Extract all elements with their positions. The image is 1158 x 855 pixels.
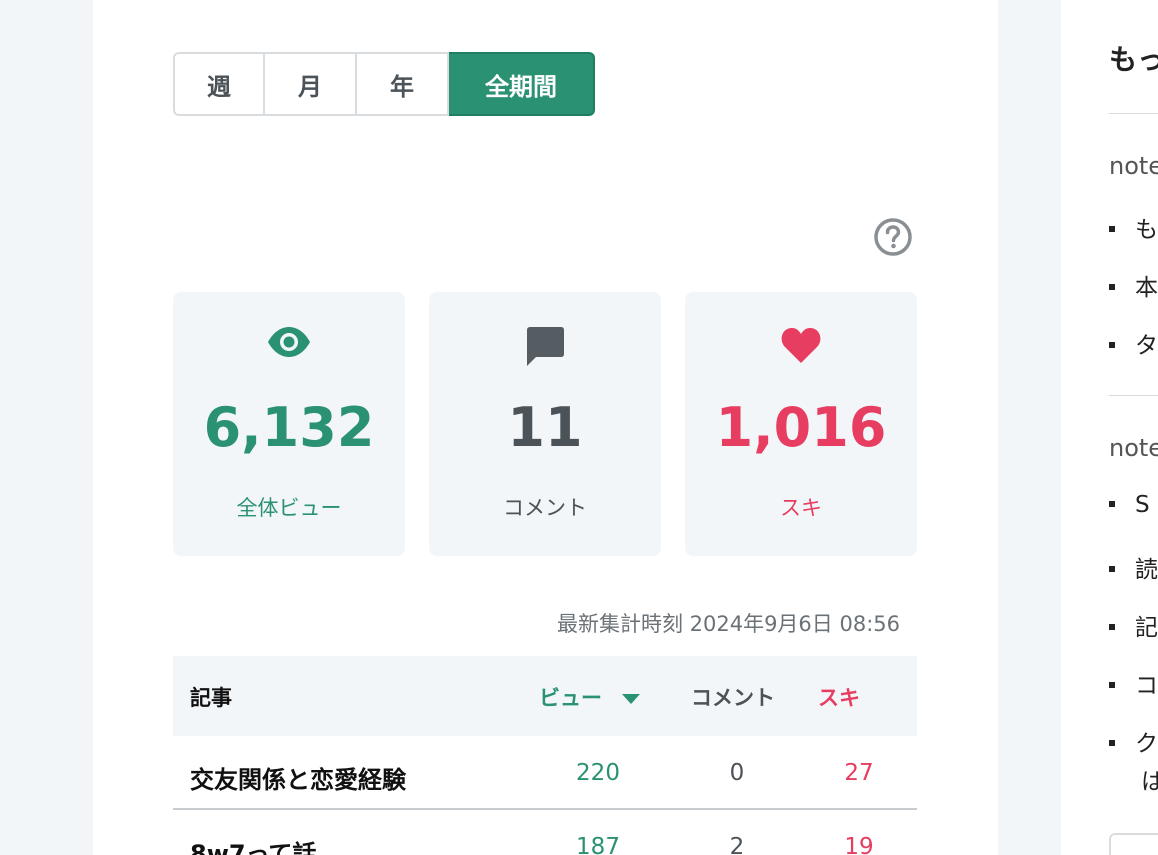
header-views-label: ビュー xyxy=(539,686,602,710)
side-list-item[interactable]: 読 xyxy=(1109,550,1158,584)
table-row[interactable]: 8w7って話 187 2 19 xyxy=(173,812,917,855)
views-count: 6,132 xyxy=(203,396,375,459)
table-row[interactable]: 交友関係と恋愛経験 220 0 27 xyxy=(173,736,917,810)
side-list-item[interactable]: も xyxy=(1109,210,1158,244)
help-icon[interactable] xyxy=(873,217,913,257)
side-list-item[interactable]: ク xyxy=(1109,724,1158,758)
row-title[interactable]: 交友関係と恋愛経験 xyxy=(190,760,406,795)
side-section-title: note xyxy=(1109,152,1158,180)
side-button[interactable] xyxy=(1109,833,1158,855)
table-header: 記事 ビュー コメント スキ xyxy=(173,656,917,736)
header-views-sort[interactable]: ビュー xyxy=(539,682,641,712)
stat-card-likes: 1,016 スキ xyxy=(685,292,917,556)
side-list-item[interactable]: 記 xyxy=(1109,608,1158,642)
side-info-panel: もっ note も 本 タ note S 読 記 コ ク は xyxy=(1061,0,1158,855)
side-list-item[interactable]: コ xyxy=(1109,666,1158,700)
comments-count: 11 xyxy=(507,396,583,459)
side-list-item[interactable]: 本 xyxy=(1109,268,1158,302)
side-list-item[interactable]: S xyxy=(1109,492,1150,518)
row-views: 187 xyxy=(576,834,620,855)
comments-label: コメント xyxy=(503,496,587,520)
side-list-item[interactable]: タ xyxy=(1109,326,1158,360)
row-likes: 27 xyxy=(844,760,874,786)
tab-year[interactable]: 年 xyxy=(357,52,449,116)
stat-card-views: 6,132 全体ビュー xyxy=(173,292,405,556)
views-label: 全体ビュー xyxy=(236,496,342,520)
row-views: 220 xyxy=(576,760,620,786)
stats-main-panel: 週 月 年 全期間 6,132 全体ビュー 11 コメント 1,016 スキ 最… xyxy=(93,0,998,855)
stat-card-comments: 11 コメント xyxy=(429,292,661,556)
header-comments[interactable]: コメント xyxy=(691,682,775,712)
row-likes: 19 xyxy=(844,834,874,855)
comment-icon xyxy=(524,326,566,372)
eye-icon xyxy=(266,326,312,362)
header-likes[interactable]: スキ xyxy=(818,682,860,712)
divider xyxy=(1109,113,1158,114)
header-article: 記事 xyxy=(190,686,232,710)
row-comments: 2 xyxy=(729,834,745,855)
likes-count: 1,016 xyxy=(715,396,887,459)
row-title[interactable]: 8w7って話 xyxy=(190,834,316,855)
side-list-item-continuation: は xyxy=(1141,769,1158,795)
side-heading: もっ xyxy=(1109,43,1158,76)
tab-month[interactable]: 月 xyxy=(265,52,357,116)
row-comments: 0 xyxy=(729,760,745,786)
period-tabs: 週 月 年 全期間 xyxy=(173,52,595,116)
side-section-title: note xyxy=(1109,434,1158,462)
tab-all-time[interactable]: 全期間 xyxy=(449,52,595,116)
last-updated-timestamp: 最新集計時刻 2024年9月6日 08:56 xyxy=(556,612,900,636)
heart-icon xyxy=(780,326,822,368)
divider xyxy=(1109,395,1158,396)
likes-label: スキ xyxy=(780,496,822,520)
sort-down-icon xyxy=(622,694,641,704)
tab-week[interactable]: 週 xyxy=(173,52,265,116)
